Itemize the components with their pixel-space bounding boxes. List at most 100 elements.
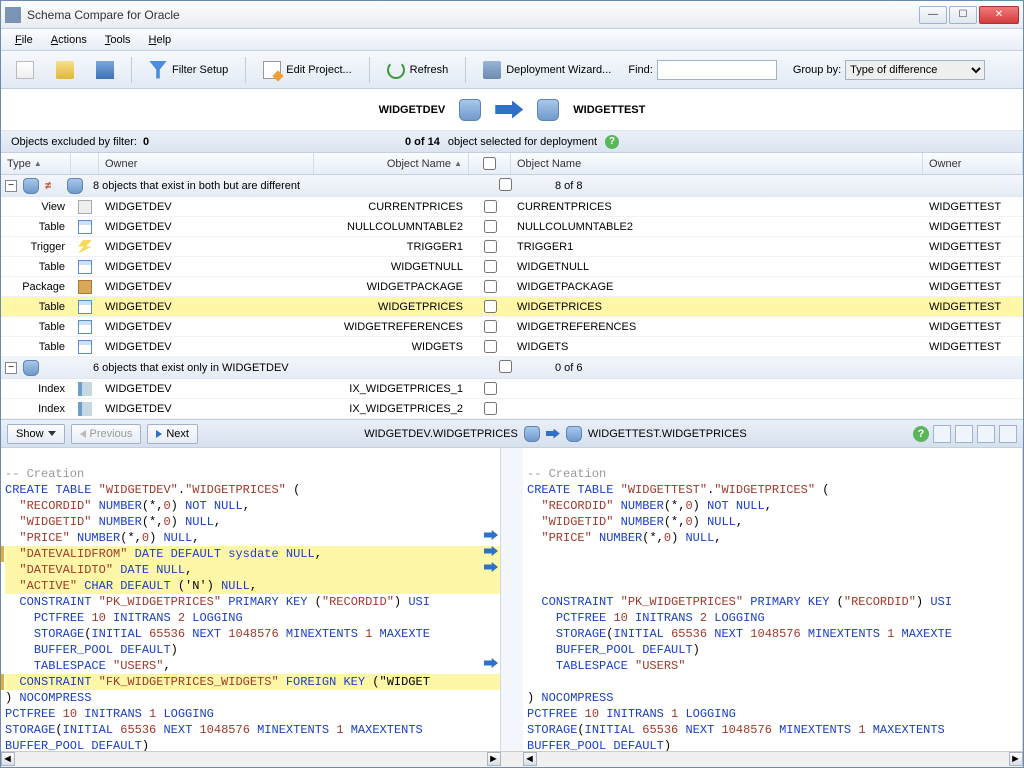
menu-tools[interactable]: Tools	[97, 32, 139, 48]
diff-toolbar: Show Previous Next WIDGETDEV.WIDGETPRICE…	[1, 420, 1023, 448]
selection-count: 0 of 14	[405, 136, 440, 148]
col-object-name-left[interactable]: Object Name ▲	[314, 153, 469, 174]
pane-button-2[interactable]	[955, 425, 973, 443]
group-row-both[interactable]: − 8 objects that exist in both but are d…	[1, 175, 1023, 197]
left-source-label: WIDGETDEV	[379, 104, 446, 116]
scrollbar-h-left[interactable]: ◄►	[1, 751, 501, 767]
excluded-label: Objects excluded by filter:	[11, 136, 137, 148]
separator	[245, 57, 246, 83]
pane-button-1[interactable]	[933, 425, 951, 443]
col-owner[interactable]: Owner	[99, 153, 314, 174]
row-checkbox[interactable]	[484, 320, 497, 333]
menubar: File Actions Tools Help	[1, 29, 1023, 51]
table-row[interactable]: Package WIDGETDEV WIDGETPACKAGE WIDGETPA…	[1, 277, 1023, 297]
row-checkbox[interactable]	[484, 240, 497, 253]
table-row[interactable]: Table WIDGETDEV WIDGETNULL WIDGETNULL WI…	[1, 257, 1023, 277]
row-checkbox[interactable]	[484, 260, 497, 273]
table-row[interactable]: Trigger WIDGETDEV TRIGGER1 TRIGGER1 WIDG…	[1, 237, 1023, 257]
group-row-left-only[interactable]: − 6 objects that exist only in WIDGETDEV…	[1, 357, 1023, 379]
close-button[interactable]: ✕	[979, 6, 1019, 24]
menu-actions[interactable]: Actions	[43, 32, 95, 48]
collapse-icon[interactable]: −	[5, 180, 17, 192]
open-icon	[56, 61, 74, 79]
group-label: 8 objects that exist in both but are dif…	[93, 180, 300, 192]
filter-setup-button[interactable]: Filter Setup	[140, 56, 237, 84]
table-row[interactable]: Index WIDGETDEV IX_WIDGETPRICES_1	[1, 379, 1023, 399]
group-count: 0 of 6	[555, 362, 583, 374]
diff-right-label: WIDGETTEST.WIDGETPRICES	[588, 428, 747, 440]
save-button[interactable]	[87, 56, 123, 84]
group-checkbox[interactable]	[499, 360, 512, 373]
row-checkbox[interactable]	[484, 300, 497, 313]
wizard-label: Deployment Wizard...	[506, 64, 611, 76]
separator	[465, 57, 466, 83]
edit-icon	[263, 61, 281, 79]
minimize-button[interactable]: —	[919, 6, 947, 24]
database-icon	[566, 426, 582, 442]
diff-pane-right[interactable]: -- Creation CREATE TABLE "WIDGETTEST"."W…	[523, 448, 1023, 751]
show-button[interactable]: Show	[7, 424, 65, 444]
table-row[interactable]: Table WIDGETDEV WIDGETREFERENCES WIDGETR…	[1, 317, 1023, 337]
diff-pane-left[interactable]: -- Creation CREATE TABLE "WIDGETDEV"."WI…	[1, 448, 501, 751]
table-row[interactable]: Table WIDGETDEV WIDGETS WIDGETS WIDGETTE…	[1, 337, 1023, 357]
col-checkbox-header[interactable]	[469, 153, 511, 174]
table-row[interactable]: Table WIDGETDEV WIDGETPRICES WIDGETPRICE…	[1, 297, 1023, 317]
group-by-select[interactable]: Type of difference	[845, 60, 985, 80]
arrow-icon	[546, 429, 560, 439]
pane-button-4[interactable]	[999, 425, 1017, 443]
previous-button[interactable]: Previous	[71, 424, 142, 444]
grid-body: − 8 objects that exist in both but are d…	[1, 175, 1023, 420]
table-row[interactable]: Index WIDGETDEV IX_WIDGETPRICES_2	[1, 399, 1023, 419]
row-checkbox[interactable]	[484, 402, 497, 415]
toolbar: Filter Setup Edit Project... Refresh Dep…	[1, 51, 1023, 89]
refresh-button[interactable]: Refresh	[378, 56, 458, 84]
source-band: WIDGETDEV WIDGETTEST	[1, 89, 1023, 131]
help-icon[interactable]: ?	[913, 426, 929, 442]
group-by-label: Group by:	[793, 64, 841, 76]
row-checkbox[interactable]	[484, 220, 497, 233]
database-icon	[23, 360, 39, 376]
table-row[interactable]: Table WIDGETDEV NULLCOLUMNTABLE2 NULLCOL…	[1, 217, 1023, 237]
app-icon	[5, 7, 21, 23]
edit-project-button[interactable]: Edit Project...	[254, 56, 360, 84]
filter-setup-label: Filter Setup	[172, 64, 228, 76]
refresh-icon	[387, 61, 405, 79]
row-checkbox[interactable]	[484, 280, 497, 293]
database-icon	[23, 178, 39, 194]
next-button[interactable]: Next	[147, 424, 198, 444]
row-checkbox[interactable]	[484, 340, 497, 353]
group-checkbox[interactable]	[499, 178, 512, 191]
row-checkbox[interactable]	[484, 200, 497, 213]
menu-file[interactable]: File	[7, 32, 41, 48]
help-icon[interactable]: ?	[605, 135, 619, 149]
pane-button-3[interactable]	[977, 425, 995, 443]
col-object-name-right[interactable]: Object Name	[511, 153, 923, 174]
group-label: 6 objects that exist only in WIDGETDEV	[93, 362, 289, 374]
table-icon	[78, 320, 92, 334]
database-icon	[524, 426, 540, 442]
open-button[interactable]	[47, 56, 83, 84]
deployment-wizard-button[interactable]: Deployment Wizard...	[474, 56, 620, 84]
new-button[interactable]	[7, 56, 43, 84]
view-icon	[78, 200, 92, 214]
diff-gutter	[501, 448, 523, 751]
scrollbar-h-right[interactable]: ◄►	[523, 751, 1023, 767]
arrow-icon	[495, 101, 523, 119]
collapse-icon[interactable]: −	[5, 362, 17, 374]
group-count: 8 of 8	[555, 180, 583, 192]
find-input[interactable]	[657, 60, 777, 80]
pkg-icon	[78, 280, 92, 294]
funnel-icon	[149, 61, 167, 79]
col-type[interactable]: Type ▲	[1, 153, 71, 174]
col-owner-right[interactable]: Owner	[923, 153, 1023, 174]
table-icon	[78, 220, 92, 234]
maximize-button[interactable]: ☐	[949, 6, 977, 24]
row-checkbox[interactable]	[484, 382, 497, 395]
menu-help[interactable]: Help	[141, 32, 180, 48]
refresh-label: Refresh	[410, 64, 449, 76]
separator	[131, 57, 132, 83]
table-row[interactable]: View WIDGETDEV CURRENTPRICES CURRENTPRIC…	[1, 197, 1023, 217]
excluded-count: 0	[143, 136, 149, 148]
titlebar: Schema Compare for Oracle — ☐ ✕	[1, 1, 1023, 29]
find-label: Find:	[628, 64, 652, 76]
